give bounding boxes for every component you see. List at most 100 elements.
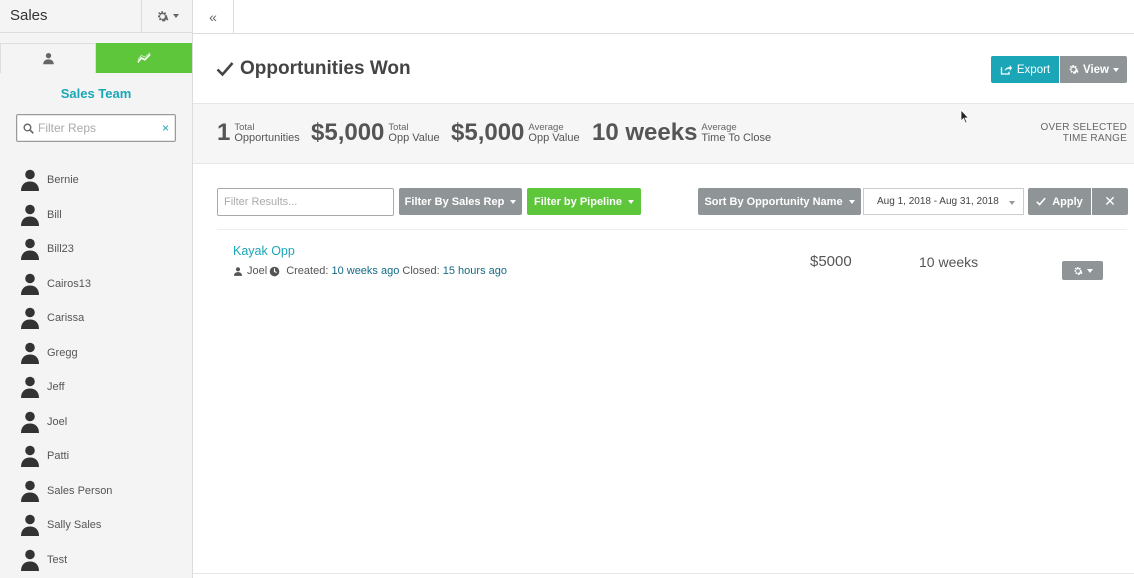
opportunity-owner: Joel xyxy=(247,265,268,277)
user-silhouette-icon xyxy=(21,480,39,502)
rep-list-item[interactable]: Bill xyxy=(0,198,192,233)
chevron-down-icon xyxy=(510,199,517,204)
page-title-text: Opportunities Won xyxy=(240,58,411,79)
rep-name: Gregg xyxy=(47,346,78,359)
rep-name: Sales Person xyxy=(47,484,113,497)
top-bar: « xyxy=(193,0,1134,34)
mouse-cursor-icon xyxy=(960,109,970,124)
checkmark-icon xyxy=(1036,197,1046,206)
rep-list-item[interactable]: Cairos13 xyxy=(0,267,192,302)
user-silhouette-icon xyxy=(21,514,39,537)
rep-name: Cairos13 xyxy=(47,277,92,290)
rep-list-item[interactable]: Carissa xyxy=(0,301,192,336)
rep-list-item[interactable]: Bernie xyxy=(0,163,192,198)
stat-label: Average Time To Close xyxy=(701,122,771,144)
sales-team-title: Sales Team xyxy=(60,86,132,101)
gear-icon xyxy=(157,10,168,21)
user-silhouette-icon xyxy=(21,549,39,571)
date-range-select[interactable]: Aug 1, 2018 - Aug 31, 2018 xyxy=(863,188,1024,215)
filter-by-sales-rep-button[interactable]: Filter By Sales Rep xyxy=(399,188,522,215)
opportunity-name-link[interactable]: Kayak Opp xyxy=(233,244,295,258)
export-button[interactable]: Export xyxy=(991,56,1059,83)
created-value[interactable]: 10 weeks ago xyxy=(331,265,399,277)
opportunity-meta: Joel Created: 10 weeks ago Closed: 15 ho… xyxy=(233,265,507,277)
time-range-note-line1: OVER SELECTED xyxy=(1040,122,1127,133)
filter-by-pipeline-label: Filter by Pipeline xyxy=(533,195,623,208)
stat-label: Total Opportunities xyxy=(234,122,299,144)
filter-by-sales-rep-label: Filter By Sales Rep xyxy=(404,195,505,208)
apply-label: Apply xyxy=(1052,195,1083,208)
person-icon xyxy=(233,266,243,276)
closed-value[interactable]: 15 hours ago xyxy=(443,265,507,277)
user-silhouette-icon xyxy=(21,411,39,433)
stat-average-time: 10 weeks Average Time To Close xyxy=(592,118,771,148)
sidebar: Sales Sales Team × Bernie Bill Bill23 Cairo… xyxy=(0,0,193,578)
apply-button[interactable]: Apply xyxy=(1028,188,1091,215)
rep-name: Sally Sales xyxy=(47,519,102,532)
rep-name: Patti xyxy=(47,450,70,463)
stat-label: Total Opp Value xyxy=(388,122,439,144)
rep-list-item[interactable]: Test xyxy=(0,543,192,578)
stat-value: 10 weeks xyxy=(592,119,698,146)
stat-label-line2: Opportunities xyxy=(234,132,300,144)
user-silhouette-icon xyxy=(21,445,39,468)
time-range-note: OVER SELECTED TIME RANGE xyxy=(1040,122,1127,144)
person-icon xyxy=(42,52,54,65)
stat-total-value: $5,000 Total Opp Value xyxy=(311,118,440,148)
rep-list-item[interactable]: Joel xyxy=(0,405,192,440)
export-icon xyxy=(1000,65,1012,75)
view-button[interactable]: View xyxy=(1060,56,1127,83)
sort-label: Sort By Opportunity Name xyxy=(704,195,843,208)
filter-by-pipeline-button[interactable]: Filter by Pipeline xyxy=(527,188,641,215)
filter-reps-box: × xyxy=(16,114,176,142)
filter-reps-input[interactable] xyxy=(38,121,152,135)
filter-results-input[interactable] xyxy=(217,188,394,216)
user-silhouette-icon xyxy=(21,238,39,261)
sidebar-settings-button[interactable] xyxy=(142,0,192,33)
chevron-down-icon xyxy=(1113,67,1119,72)
user-silhouette-icon xyxy=(21,307,39,330)
rep-list: Bernie Bill Bill23 Cairos13 Carissa Gregg Jeff… xyxy=(0,163,192,577)
line-chart-icon xyxy=(137,52,151,63)
rep-name: Bill23 xyxy=(47,243,74,256)
stat-value: $5,000 xyxy=(451,119,525,146)
rep-list-item[interactable]: Jeff xyxy=(0,370,192,405)
chevron-down-icon xyxy=(1086,268,1093,273)
tab-charts[interactable] xyxy=(96,43,192,73)
stat-value: 1 xyxy=(217,119,231,146)
sidebar-header: Sales xyxy=(0,0,192,33)
export-label: Export xyxy=(1016,63,1051,76)
clear-filters-button[interactable]: ✕ xyxy=(1092,188,1128,215)
rep-name: Joel xyxy=(47,415,68,428)
user-silhouette-icon xyxy=(21,169,39,192)
divider xyxy=(193,573,1134,574)
chevron-down-icon xyxy=(172,14,179,18)
time-range-note-line2: TIME RANGE xyxy=(1062,133,1127,144)
gear-icon xyxy=(1069,65,1079,74)
rep-name: Bernie xyxy=(47,174,79,187)
rep-list-item[interactable]: Gregg xyxy=(0,336,192,371)
user-silhouette-icon xyxy=(21,342,39,364)
tab-reps[interactable] xyxy=(0,43,96,73)
sidebar-title: Sales xyxy=(0,0,142,33)
rep-list-item[interactable]: Bill23 xyxy=(0,232,192,267)
search-icon xyxy=(23,122,34,134)
created-label: Created: xyxy=(286,265,329,277)
stat-label-line2: Time To Close xyxy=(701,132,772,144)
clear-filter-button[interactable]: × xyxy=(162,121,169,135)
stat-total-opportunities: 1 Total Opportunities xyxy=(217,118,300,148)
collapse-sidebar-button[interactable]: « xyxy=(193,0,234,33)
sort-button[interactable]: Sort By Opportunity Name xyxy=(698,188,861,215)
rep-list-item[interactable]: Sally Sales xyxy=(0,508,192,543)
rep-list-item[interactable]: Patti xyxy=(0,439,192,474)
stat-label-line2: Opp Value xyxy=(388,132,440,144)
stat-label: Average Opp Value xyxy=(528,122,579,144)
rep-name: Carissa xyxy=(47,312,85,325)
stat-value: $5,000 xyxy=(311,119,385,146)
stats-bar: 1 Total Opportunities $5,000 Total Opp V… xyxy=(193,103,1134,164)
rep-name: Bill xyxy=(47,208,62,221)
opportunity-value: $5000 xyxy=(810,253,852,270)
opportunity-actions-button[interactable] xyxy=(1062,261,1103,280)
gear-icon xyxy=(1074,266,1083,275)
rep-list-item[interactable]: Sales Person xyxy=(0,474,192,509)
